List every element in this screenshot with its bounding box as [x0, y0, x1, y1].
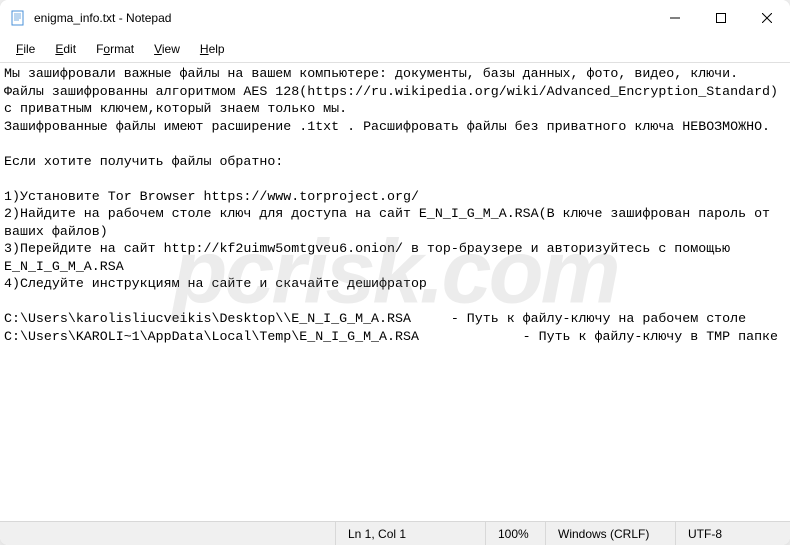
- window-title: enigma_info.txt - Notepad: [34, 11, 652, 25]
- status-encoding: UTF-8: [675, 522, 790, 545]
- maximize-button[interactable]: [698, 0, 744, 36]
- notepad-icon: [10, 10, 26, 26]
- close-button[interactable]: [744, 0, 790, 36]
- menu-view[interactable]: View: [144, 39, 190, 59]
- menubar: File Edit Format View Help: [0, 36, 790, 62]
- menu-help[interactable]: Help: [190, 39, 235, 59]
- statusbar: Ln 1, Col 1 100% Windows (CRLF) UTF-8: [0, 521, 790, 545]
- text-editor-area[interactable]: Мы зашифровали важные файлы на вашем ком…: [0, 62, 790, 521]
- menu-edit[interactable]: Edit: [45, 39, 86, 59]
- status-line-ending: Windows (CRLF): [545, 522, 675, 545]
- status-cursor-position: Ln 1, Col 1: [335, 522, 485, 545]
- menu-format[interactable]: Format: [86, 39, 144, 59]
- titlebar: enigma_info.txt - Notepad: [0, 0, 790, 36]
- status-zoom: 100%: [485, 522, 545, 545]
- window-controls: [652, 0, 790, 36]
- minimize-button[interactable]: [652, 0, 698, 36]
- notepad-window: enigma_info.txt - Notepad File Edit Form…: [0, 0, 790, 545]
- menu-file[interactable]: File: [6, 39, 45, 59]
- document-content[interactable]: Мы зашифровали важные файлы на вашем ком…: [4, 65, 786, 345]
